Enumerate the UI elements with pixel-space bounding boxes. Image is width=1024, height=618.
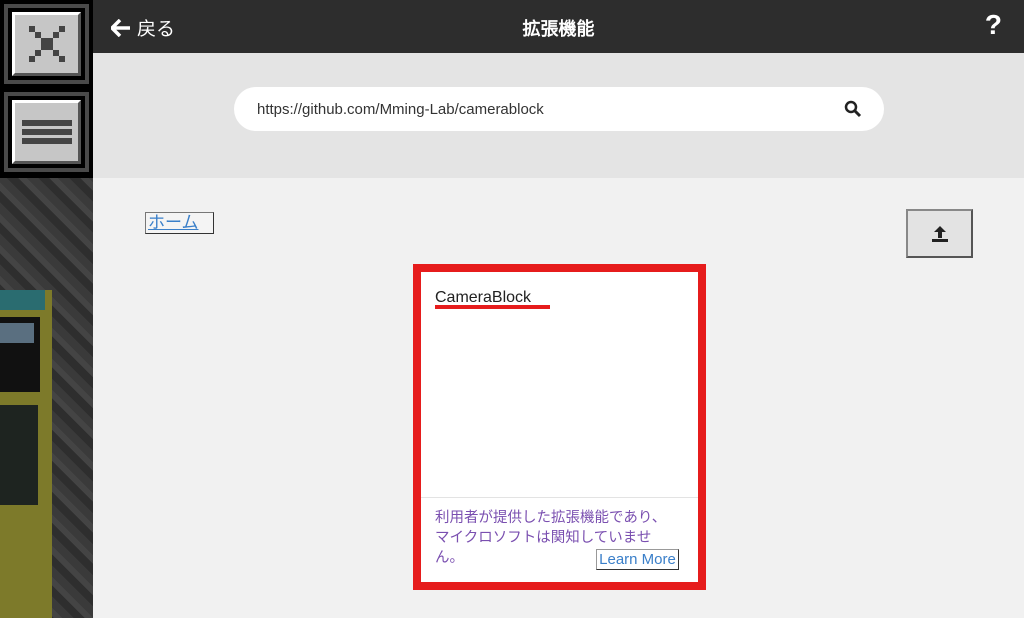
page-title: 拡張機能: [522, 19, 595, 39]
upload-button[interactable]: [906, 209, 973, 258]
game-side-panel: [0, 0, 93, 178]
card-divider: [421, 497, 698, 498]
top-bar: 戻る 拡張機能 ?: [93, 0, 1024, 53]
search-input[interactable]: https://github.com/Mming-Lab/camerablock: [234, 87, 884, 131]
help-button[interactable]: ?: [985, 9, 1002, 41]
upload-icon: [931, 225, 948, 242]
search-area: https://github.com/Mming-Lab/camerablock: [93, 53, 1024, 178]
breadcrumb-home-link[interactable]: ホーム: [145, 212, 214, 234]
highlight-underline: [435, 305, 550, 309]
learn-more-button[interactable]: Learn More: [596, 549, 679, 570]
close-button[interactable]: [4, 4, 89, 84]
close-icon: [28, 26, 65, 62]
game-character: [0, 290, 52, 618]
search-value: https://github.com/Mming-Lab/camerablock: [257, 100, 544, 118]
menu-button[interactable]: [4, 92, 89, 172]
menu-icon: [21, 117, 72, 147]
search-icon[interactable]: [844, 100, 862, 118]
extension-card[interactable]: CameraBlock 利用者が提供した拡張機能であり、マイクロソフトは関知して…: [413, 264, 706, 590]
